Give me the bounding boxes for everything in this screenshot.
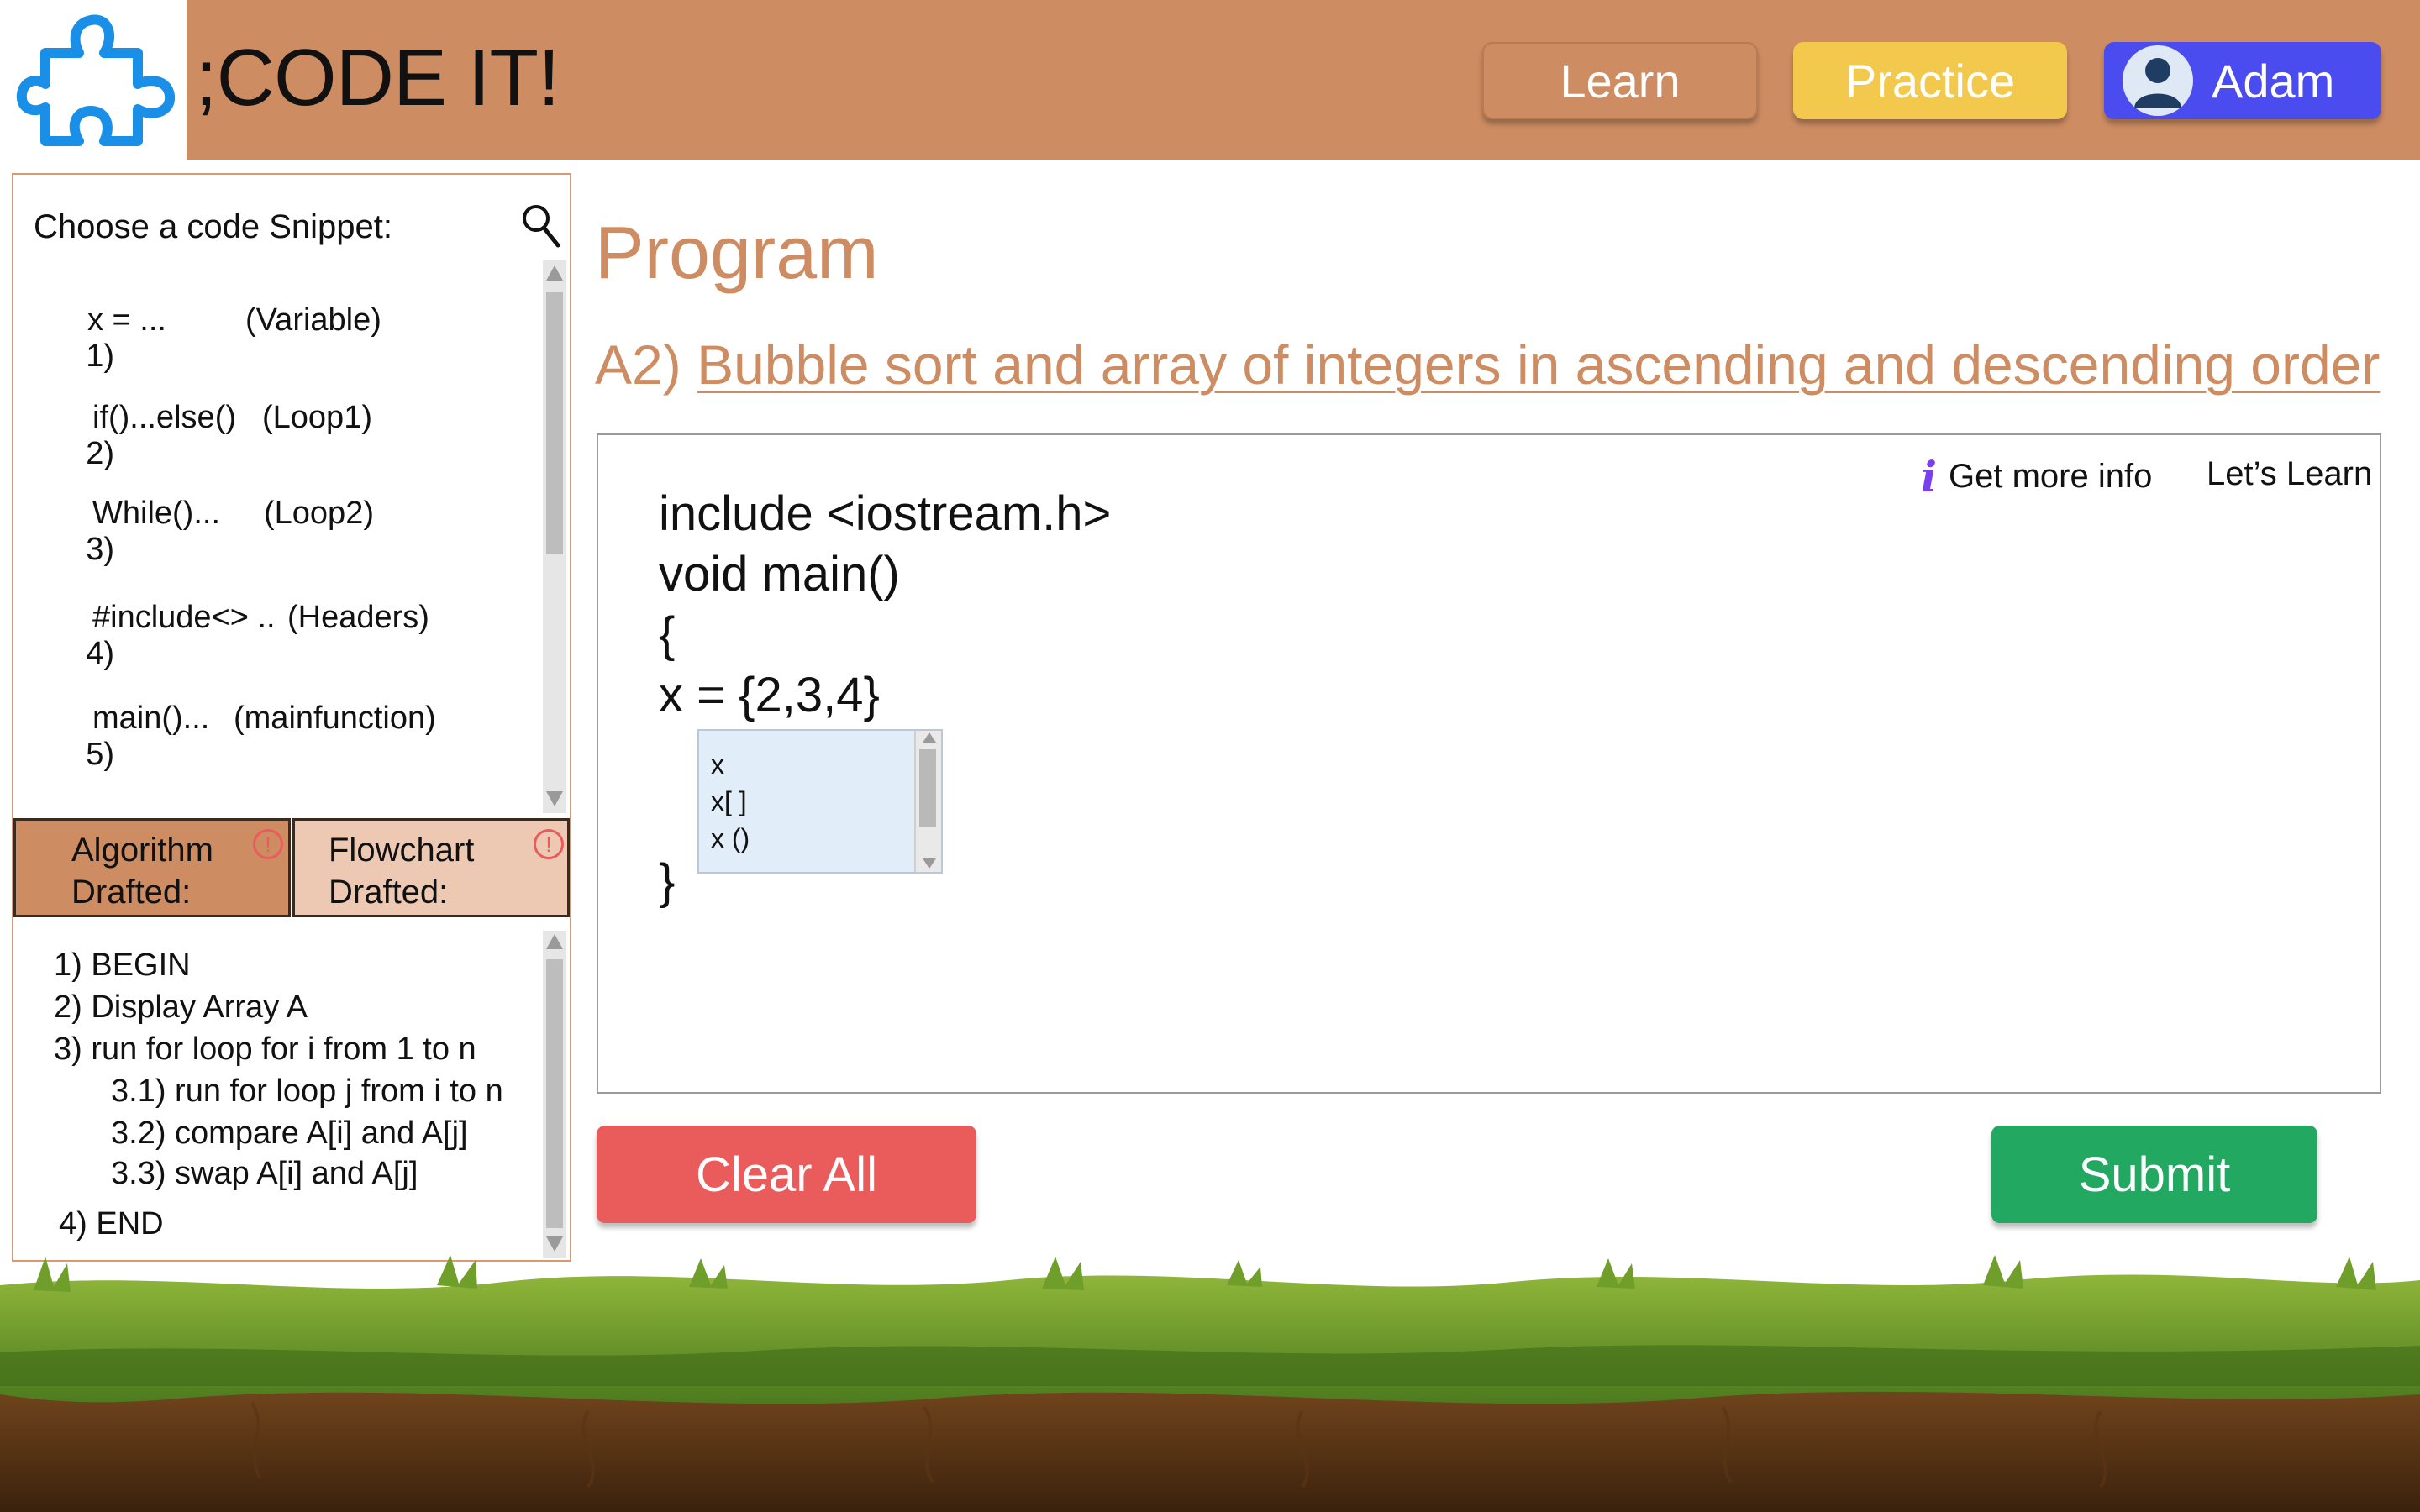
info-icon: i — [1921, 452, 1937, 501]
scroll-up-arrow-icon[interactable] — [546, 265, 563, 281]
grass-ground-illustration — [0, 1255, 2420, 1512]
code-line: } — [659, 854, 676, 909]
clear-all-button[interactable]: Clear All — [597, 1126, 976, 1223]
tab-flowchart-drafted[interactable]: Flowchart Drafted: ! — [292, 818, 570, 917]
profile-button[interactable]: Adam — [2104, 42, 2381, 119]
snippet-code: #include<> .. — [92, 600, 276, 635]
puzzle-logo-icon — [16, 14, 175, 146]
brand-title: ;CODE IT! — [195, 33, 560, 123]
algorithm-step: 4) END — [59, 1206, 164, 1242]
get-more-info-link[interactable]: i Get more info — [1921, 452, 2152, 501]
snippet-kind: (mainfunction) — [234, 701, 436, 736]
draft-tabs: Algorithm Drafted: ! Flowchart Drafted: … — [13, 818, 570, 917]
logo[interactable] — [0, 0, 187, 160]
algorithm-scrollbar[interactable] — [543, 931, 566, 1258]
algorithm-step: 3.2) compare A[i] and A[j] — [111, 1116, 468, 1151]
learn-button[interactable]: Learn — [1482, 42, 1758, 119]
scroll-thumb[interactable] — [546, 292, 563, 554]
autocomplete-option[interactable]: x[ ] — [711, 786, 747, 817]
code-editor[interactable]: i Get more info Let’s Learn include <ios… — [597, 433, 2381, 1094]
snippet-number: 2) — [86, 436, 115, 471]
scroll-thumb[interactable] — [919, 749, 936, 827]
tab-algorithm-drafted[interactable]: Algorithm Drafted: ! — [13, 818, 291, 917]
snippet-code: main()... — [92, 701, 210, 736]
code-line: { — [659, 607, 676, 662]
autocomplete-scrollbar[interactable] — [914, 731, 941, 872]
scroll-up-arrow-icon[interactable] — [546, 934, 563, 949]
snippet-title: Choose a code Snippet: — [34, 208, 392, 245]
lets-learn-link[interactable]: Let’s Learn — [2207, 455, 2372, 493]
tab-label-line2: Drafted: — [329, 874, 449, 911]
snippet-number: 4) — [86, 636, 115, 671]
practice-button[interactable]: Practice — [1793, 42, 2067, 119]
question-title: A2) Bubble sort and array of integers in… — [595, 333, 2380, 396]
warning-icon: ! — [534, 829, 564, 859]
page-title: Program — [595, 211, 879, 294]
question-link[interactable]: Bubble sort and array of integers in asc… — [697, 333, 2380, 396]
tab-label-line1: Flowchart — [329, 832, 475, 869]
snippet-kind: (Variable) — [245, 302, 381, 338]
snippet-kind: (Headers) — [287, 600, 429, 635]
search-icon[interactable] — [521, 203, 563, 250]
avatar — [2123, 45, 2193, 116]
scroll-down-arrow-icon[interactable] — [546, 1236, 563, 1252]
top-header: ;CODE IT! Learn Practice Adam — [0, 0, 2420, 160]
autocomplete-option[interactable]: x () — [711, 823, 750, 854]
submit-button[interactable]: Submit — [1991, 1126, 2317, 1223]
algorithm-step: 3.3) swap A[i] and A[j] — [111, 1156, 418, 1191]
scroll-down-arrow-icon[interactable] — [923, 858, 936, 869]
code-line: void main() — [659, 547, 900, 601]
get-more-info-label: Get more info — [1949, 458, 2153, 495]
user-icon — [2134, 58, 2181, 108]
snippet-kind: (Loop2) — [264, 496, 374, 531]
scroll-down-arrow-icon[interactable] — [546, 791, 563, 806]
snippet-code: While()... — [92, 496, 220, 531]
snippet-number: 1) — [86, 339, 115, 374]
profile-name: Adam — [2212, 54, 2335, 108]
tab-label-line2: Drafted: — [71, 874, 192, 911]
algorithm-step: 1) BEGIN — [54, 948, 191, 983]
autocomplete-option[interactable]: x — [711, 749, 724, 780]
snippet-number: 3) — [86, 532, 115, 567]
sidebar-panel: Choose a code Snippet: 1) x = ... (Varia… — [12, 173, 571, 1262]
code-line: include <iostream.h> — [659, 486, 1112, 541]
code-line: x = {2,3,4} — [659, 668, 880, 722]
snippet-number: 5) — [86, 737, 115, 772]
algorithm-step: 3.1) run for loop j from i to n — [111, 1074, 503, 1109]
algorithm-step: 3) run for loop for i from 1 to n — [54, 1032, 476, 1067]
scroll-thumb[interactable] — [546, 959, 563, 1228]
algorithm-step: 2) Display Array A — [54, 990, 308, 1025]
question-prefix: A2) — [595, 333, 681, 396]
warning-icon: ! — [253, 829, 283, 859]
snippet-code: x = ... — [87, 302, 166, 338]
snippet-scrollbar[interactable] — [543, 260, 566, 813]
scroll-up-arrow-icon[interactable] — [923, 732, 936, 743]
snippet-code: if()...else() — [92, 400, 236, 435]
snippet-kind: (Loop1) — [262, 400, 372, 435]
autocomplete-dropdown[interactable]: x x[ ] x () — [697, 729, 943, 874]
